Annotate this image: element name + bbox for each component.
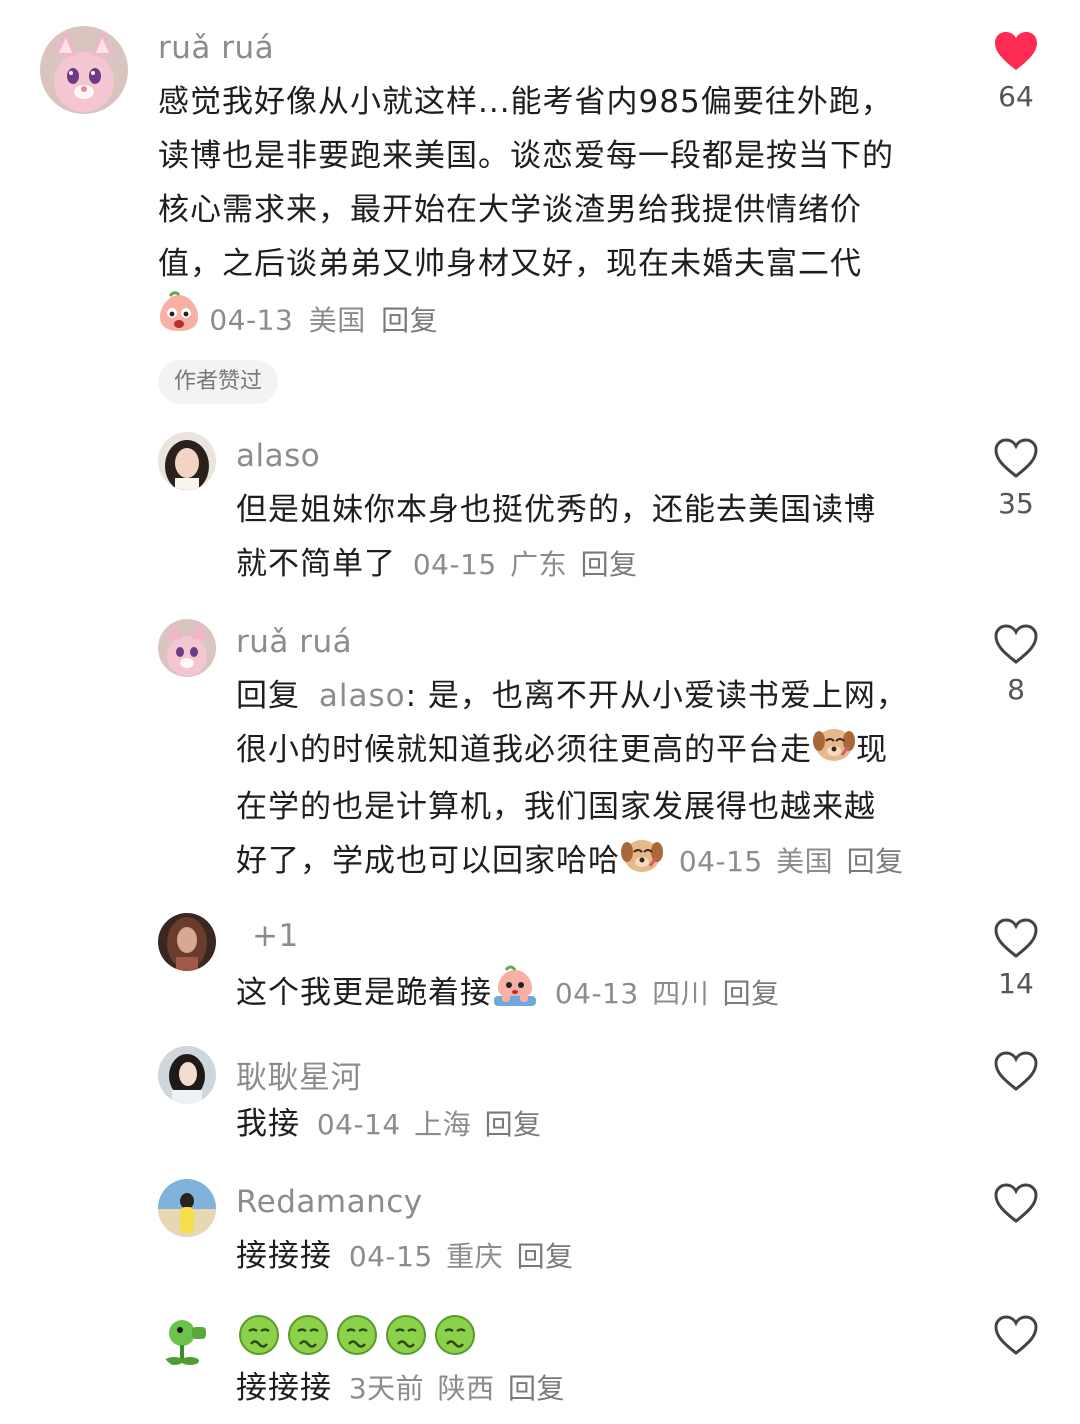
like-button[interactable] — [985, 1314, 1047, 1360]
comment-location: 美国 — [776, 845, 834, 878]
reply-button[interactable]: 回复 — [847, 845, 904, 878]
comment-text: 但是姐妹你本身也挺优秀的，还能去美国读博 就不简单了 04-15 广东 回复 — [236, 492, 876, 582]
comment-text: 接接接 04-15 重庆 回复 — [236, 1238, 574, 1274]
avatar[interactable] — [158, 913, 216, 971]
sick-face-emoji — [434, 1314, 476, 1356]
surprised-peach-emoji — [158, 291, 200, 352]
username[interactable]: alaso — [236, 438, 320, 474]
reply-button[interactable]: 回复 — [508, 1372, 565, 1405]
heart-outline-icon — [994, 918, 1038, 958]
comment-meta: 04-15 重庆 回复 — [349, 1240, 574, 1273]
avatar[interactable] — [158, 1179, 216, 1237]
username[interactable]: Redamancy — [236, 1184, 423, 1220]
avatar[interactable] — [158, 619, 216, 677]
like-count: 8 — [1007, 673, 1025, 706]
reply-button[interactable]: 回复 — [581, 548, 638, 581]
mention-link[interactable]: alaso — [319, 678, 406, 714]
reply-button[interactable]: 回复 — [381, 304, 438, 337]
heart-outline-icon — [994, 1183, 1038, 1223]
comment-date: 04-13 — [209, 303, 294, 337]
like-button[interactable]: 35 — [985, 437, 1047, 520]
heart-outline-icon — [994, 1315, 1038, 1355]
kneeling-peach-emoji — [492, 964, 538, 1025]
comment-location: 陕西 — [437, 1372, 495, 1405]
heart-outline-icon — [994, 438, 1038, 478]
reply-button[interactable]: 回复 — [517, 1240, 574, 1273]
comment-date: 3天前 — [348, 1372, 425, 1405]
comment-text: 我接 04-14 上海 回复 — [236, 1106, 542, 1142]
heart-outline-icon — [994, 624, 1038, 664]
reply-prefix: 回复 — [236, 678, 300, 714]
comment-location: 美国 — [308, 303, 366, 337]
username-emojis[interactable] — [238, 1314, 483, 1356]
author-liked-badge: 作者赞过 — [158, 360, 279, 404]
like-button[interactable] — [985, 1050, 1047, 1096]
sick-face-emoji — [238, 1314, 280, 1356]
comment-meta: 04-15 广东 回复 — [413, 548, 638, 581]
comment-location: 广东 — [510, 548, 568, 581]
comment-location: 四川 — [652, 977, 710, 1010]
like-button[interactable] — [985, 1182, 1047, 1228]
avatar[interactable] — [40, 26, 128, 114]
comment-text: 接接接 3天前 陕西 回复 — [236, 1370, 566, 1406]
comment-meta: 3天前 陕西 回复 — [349, 1372, 565, 1405]
comment-text: 这个我更是跪着接 04-13 四川 回复 — [236, 964, 780, 1025]
comment-meta: 04-15 美国 回复 — [679, 845, 904, 878]
reply-button[interactable]: 回复 — [723, 977, 780, 1010]
heart-filled-icon — [995, 32, 1037, 70]
sick-face-emoji — [336, 1314, 378, 1356]
like-count: 35 — [998, 487, 1034, 520]
dog-emoji — [812, 723, 856, 780]
comment-date: 04-15 — [678, 845, 763, 878]
comment-meta: 04-13 美国 回复 — [158, 291, 894, 352]
like-button[interactable]: 8 — [985, 623, 1047, 706]
comment-date: 04-13 — [554, 977, 639, 1010]
sick-face-emoji — [287, 1314, 329, 1356]
username[interactable]: +1 — [252, 918, 299, 954]
like-button[interactable]: 64 — [985, 30, 1047, 113]
heart-outline-icon — [994, 1051, 1038, 1091]
reply-button[interactable]: 回复 — [485, 1108, 542, 1141]
comment-meta: 04-14 上海 回复 — [317, 1108, 542, 1141]
avatar[interactable] — [158, 1046, 216, 1104]
comment-date: 04-15 — [412, 548, 497, 581]
comment-location: 上海 — [414, 1108, 472, 1141]
comment-date: 04-14 — [316, 1108, 401, 1141]
comment-date: 04-15 — [348, 1240, 433, 1273]
username[interactable]: 耿耿星河 — [236, 1052, 362, 1097]
avatar[interactable] — [158, 432, 216, 490]
sick-face-emoji — [385, 1314, 427, 1356]
dog-emoji — [620, 834, 664, 891]
like-count: 14 — [998, 967, 1034, 1000]
username[interactable]: ruǎ ruá — [236, 624, 352, 660]
comment-text: 回复 alaso: 是，也离不开从小爱读书爱上网， 很小的时候就知道我必须往更高… — [236, 669, 908, 891]
like-count: 64 — [998, 80, 1034, 113]
like-button[interactable]: 14 — [985, 917, 1047, 1000]
username[interactable]: ruǎ ruá — [158, 30, 274, 66]
avatar[interactable] — [158, 1311, 216, 1369]
comment-location: 重庆 — [446, 1240, 504, 1273]
comment-meta: 04-13 四川 回复 — [555, 977, 780, 1010]
comment-text: 感觉我好像从小就这样...能考省内985偏要往外跑， 读博也是非要跑来美国。谈恋… — [158, 75, 894, 352]
